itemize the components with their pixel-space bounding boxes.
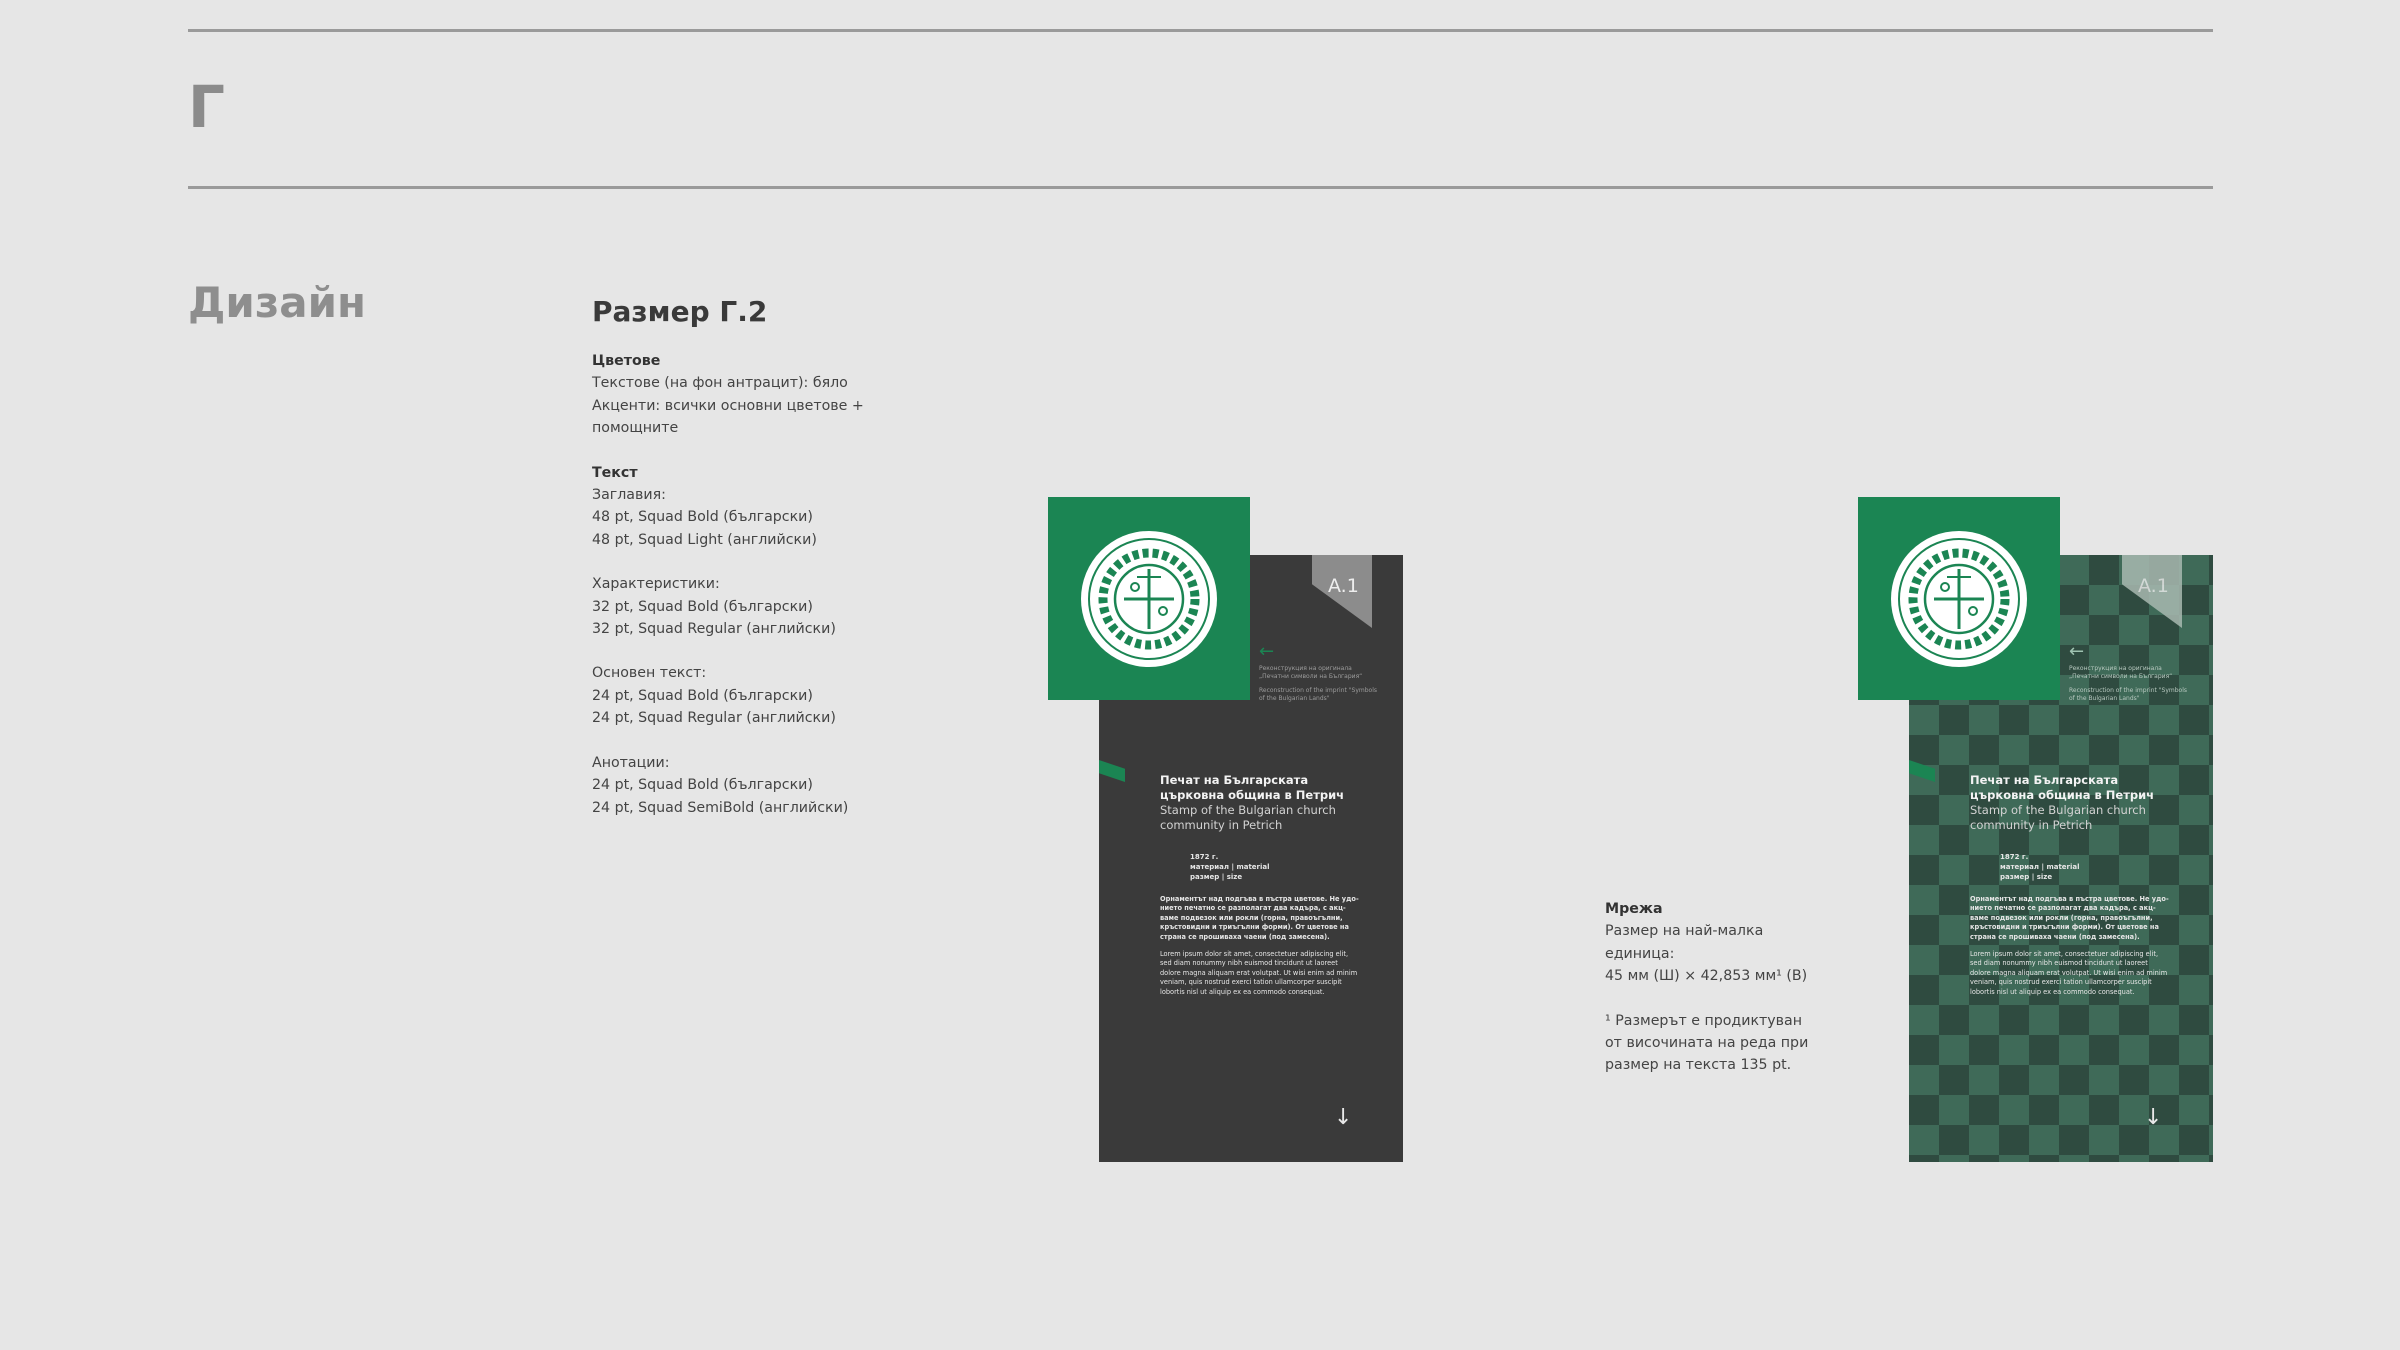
body-bg: Орнаментът над подгъва в пъстра цветове.… (1160, 895, 1359, 941)
arrow-down-icon: ↓ (2144, 1105, 2163, 1130)
arrow-down-icon: ↓ (1334, 1105, 1353, 1130)
meta-material: материал | material (1190, 863, 1270, 871)
exhibit-meta: 1872 г. материал | material размер | siz… (1190, 852, 1270, 882)
chars-group: Характеристики: 32 pt, Squad Bold (бълга… (592, 573, 922, 640)
title-bg-2: църковна община в Петрич (1160, 788, 1345, 802)
section-tag: A.1 (1312, 555, 1372, 628)
title-en-1: Stamp of the Bulgarian church (1970, 803, 2146, 817)
titles-bg: 48 pt, Squad Bold (български) (592, 509, 813, 526)
title-en-1: Stamp of the Bulgarian church (1160, 803, 1336, 817)
meta-material: материал | material (2000, 863, 2080, 871)
meta-size: размер | size (1190, 873, 1243, 881)
reconstruction-en: Reconstruction of the imprint "Symbols o… (1259, 687, 1378, 702)
titles-label: Заглавия: (592, 487, 666, 504)
body-lorem: Lorem ipsum dolor sit amet, consectetuer… (1970, 950, 2168, 996)
reconstruction-en: Reconstruction of the imprint "Symbols o… (2069, 687, 2188, 702)
title-en-2: community in Petrich (1970, 818, 2093, 832)
reconstruction-note: Реконструкция на оригинала „Печатни симв… (1259, 665, 1379, 709)
title-bg-1: Печат на Българската (1160, 773, 1309, 787)
notes-en: 24 pt, Squad SemiBold (английски) (592, 799, 849, 816)
meta-size: размер | size (2000, 873, 2053, 881)
main-text-group: Основен текст: 24 pt, Squad Bold (българ… (592, 662, 922, 729)
exhibit-meta: 1872 г. материал | material размер | siz… (2000, 852, 2080, 882)
exhibit-body: Орнаментът над подгъва в пъстра цветове.… (1160, 895, 1360, 1005)
grid-footnote-1: ¹ Размерът е продиктуван (1605, 1012, 1803, 1029)
meta-year: 1872 г. (2000, 853, 2029, 861)
grid-note: Мрежа Размер на най-малка единица: 45 мм… (1605, 898, 1845, 1077)
text-group: Текст Заглавия: 48 pt, Squad Bold (бълга… (592, 462, 922, 552)
reconstruction-note: Реконструкция на оригинала „Печатни симв… (2069, 665, 2189, 709)
body-lorem: Lorem ipsum dolor sit amet, consectetuer… (1160, 950, 1358, 996)
top-rule (188, 29, 2213, 32)
chars-label: Характеристики: (592, 576, 720, 593)
titles-en: 48 pt, Squad Light (английски) (592, 531, 817, 548)
text-heading: Текст (592, 464, 638, 481)
notes-label: Анотации: (592, 754, 670, 771)
exhibit-title: Печат на Българската църковна община в П… (1160, 773, 1390, 833)
spec-title: Размер Г.2 (592, 295, 768, 328)
grid-unit-label-1: Размер на най-малка (1605, 923, 1764, 940)
arrow-left-icon: ← (1259, 641, 1275, 662)
main-en: 24 pt, Squad Regular (английски) (592, 710, 836, 727)
exhibit-title: Печат на Българската църковна община в П… (1970, 773, 2200, 833)
colors-texts: Текстове (на фон антрацит): бяло (592, 375, 848, 392)
chars-en: 32 pt, Squad Regular (английски) (592, 621, 836, 638)
notes-group: Анотации: 24 pt, Squad Bold (български) … (592, 752, 922, 819)
meta-year: 1872 г. (1190, 853, 1219, 861)
seal-stamp-icon (1891, 531, 2027, 667)
colors-accents: Акценти: всички основни цветове + помощн… (592, 397, 864, 437)
colors-group: Цветове Текстове (на фон антрацит): бяло… (592, 350, 922, 440)
seal-box (1858, 497, 2060, 700)
green-accent (1099, 760, 1125, 782)
grid-unit-value: 45 мм (Ш) × 42,853 мм¹ (В) (1605, 968, 1808, 985)
body-bg: Орнаментът над подгъва в пъстра цветове.… (1970, 895, 2169, 941)
notes-bg: 24 pt, Squad Bold (български) (592, 777, 813, 794)
section-tag-label: A.1 (2138, 575, 2169, 597)
grid-heading: Мрежа (1605, 901, 1663, 917)
seal-stamp-icon (1081, 531, 1217, 667)
title-en-2: community in Petrich (1160, 818, 1283, 832)
reconstruction-bg: Реконструкция на оригинала „Печатни симв… (2069, 665, 2173, 680)
reconstruction-bg: Реконструкция на оригинала „Печатни симв… (1259, 665, 1363, 680)
grid-footnote-2: от височината на реда при (1605, 1035, 1809, 1052)
exhibit-body: Орнаментът над подгъва в пъстра цветове.… (1970, 895, 2170, 1005)
arrow-left-icon: ← (2069, 641, 2085, 662)
grid-footnote-3: размер на текста 135 pt. (1605, 1057, 1792, 1074)
chapter-letter: Г (188, 73, 225, 141)
chars-bg: 32 pt, Squad Bold (български) (592, 598, 813, 615)
title-bg-1: Печат на Българската (1970, 773, 2119, 787)
main-label: Основен текст: (592, 665, 707, 682)
title-bg-2: църковна община в Петрич (1970, 788, 2155, 802)
spec-column: Размер Г.2 Цветове Текстове (на фон антр… (592, 294, 922, 841)
grid-unit-label-2: единица: (1605, 945, 1675, 962)
header-rule (188, 186, 2213, 189)
section-title: Дизайн (188, 278, 367, 327)
main-bg: 24 pt, Squad Bold (български) (592, 687, 813, 704)
seal-box (1048, 497, 1250, 700)
colors-heading: Цветове (592, 353, 661, 369)
section-tag-label: A.1 (1328, 575, 1359, 597)
